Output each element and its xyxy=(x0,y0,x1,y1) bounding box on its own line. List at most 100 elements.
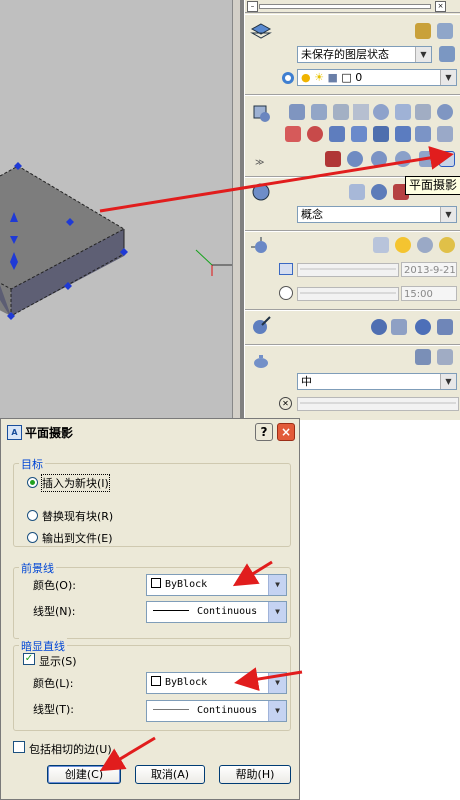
wedge-icon[interactable] xyxy=(333,104,349,120)
layer-properties-icon[interactable] xyxy=(437,23,453,39)
visual-style-value: 概念 xyxy=(301,208,323,221)
drawing-viewport[interactable] xyxy=(0,0,240,420)
cone-icon[interactable] xyxy=(353,104,369,120)
light-point-icon[interactable] xyxy=(373,237,389,253)
foreground-linetype-value: Continuous xyxy=(197,606,258,617)
include-tangent-label[interactable]: 包括相切的边(U) xyxy=(29,741,112,757)
close-icon[interactable]: × xyxy=(277,423,295,441)
lightbulb-icon: ● xyxy=(301,71,311,84)
show-obscured-checkbox[interactable]: ✓ xyxy=(23,653,35,665)
loft-icon[interactable] xyxy=(373,126,389,142)
obscured-linetype-label: 线型(T): xyxy=(33,703,75,716)
dashboard-panel: – × 未保存的图层状态 ▼ ● ☀ ■ □ 0 ▼ ≫ 概念 ▼ 2013-9… xyxy=(244,0,460,420)
section-plane-icon[interactable] xyxy=(419,151,435,167)
help-button[interactable]: 帮助(H) xyxy=(219,765,291,784)
material-palette-icon[interactable] xyxy=(437,319,453,335)
chevron-down-icon: ▼ xyxy=(440,70,456,85)
insert-new-block-radio[interactable] xyxy=(27,477,38,488)
chevron-down-icon: ▼ xyxy=(440,207,456,222)
panel-close-icon[interactable]: × xyxy=(435,1,446,12)
layer-state-manager-icon[interactable] xyxy=(439,46,455,62)
chevron-down-icon: ▼ xyxy=(268,673,286,693)
lock-icon: ■ xyxy=(327,71,338,84)
visual-styles-icon[interactable] xyxy=(250,181,272,203)
sunlight-icon[interactable] xyxy=(395,237,411,253)
render-icon[interactable] xyxy=(415,349,431,365)
cylinder-icon[interactable] xyxy=(395,104,411,120)
obscured-linetype-select[interactable]: Continuous ▼ xyxy=(146,700,287,722)
export-file-radio[interactable] xyxy=(27,532,38,543)
presspull-icon[interactable] xyxy=(307,126,323,142)
date-slider[interactable] xyxy=(297,263,399,277)
subtract-icon[interactable] xyxy=(371,151,387,167)
layer-stack-icon[interactable] xyxy=(415,23,431,39)
light-icon[interactable] xyxy=(250,236,272,258)
3d-make-icon[interactable] xyxy=(250,102,272,124)
layer-isolate-icon[interactable] xyxy=(279,69,297,87)
help-icon[interactable]: ? xyxy=(255,423,273,441)
box-icon[interactable] xyxy=(311,104,327,120)
wireframe-style-icon[interactable] xyxy=(349,184,365,200)
layer-select[interactable]: ● ☀ ■ □ 0 ▼ xyxy=(297,69,457,86)
pyramid-icon[interactable] xyxy=(415,104,431,120)
chevron-down-icon: ▼ xyxy=(440,374,456,389)
obscured-color-select[interactable]: ByBlock ▼ xyxy=(146,672,287,694)
render-quality-value: 中 xyxy=(301,375,312,388)
intersect-icon[interactable] xyxy=(395,151,411,167)
lightbulb-settings-icon[interactable] xyxy=(439,237,455,253)
teapot-render-icon[interactable] xyxy=(250,350,272,372)
materials-icon[interactable] xyxy=(250,315,272,337)
insert-new-block-label[interactable]: 插入为新块(I) xyxy=(41,474,110,492)
realistic-style-icon[interactable] xyxy=(371,184,387,200)
foreground-linetype-select[interactable]: Continuous ▼ xyxy=(146,601,287,623)
visual-style-select[interactable]: 概念 ▼ xyxy=(297,206,457,223)
torus-icon[interactable] xyxy=(437,104,453,120)
layer-state-value: 未保存的图层状态 xyxy=(301,48,389,61)
layer-name-value: 0 xyxy=(355,71,363,84)
layers-icon[interactable] xyxy=(250,21,272,43)
material-map-icon[interactable] xyxy=(415,319,431,335)
slice-icon[interactable] xyxy=(395,126,411,142)
render-window-icon[interactable] xyxy=(437,349,453,365)
foreground-group-title: 前景线 xyxy=(19,560,56,576)
obscured-linetype-value: Continuous xyxy=(197,705,258,716)
render-quality-select[interactable]: 中 ▼ xyxy=(297,373,457,390)
expand-chevron-icon[interactable]: ≫ xyxy=(255,158,264,168)
create-button[interactable]: 创建(C) xyxy=(47,765,121,784)
sphere-icon[interactable] xyxy=(373,104,389,120)
convert-surface-icon[interactable] xyxy=(437,126,453,142)
dialog-titlebar[interactable]: A 平面摄影 ? × xyxy=(1,419,299,445)
include-tangent-checkbox[interactable] xyxy=(13,741,25,753)
chevron-down-icon: ▼ xyxy=(268,701,286,721)
sweep-icon[interactable] xyxy=(329,126,345,142)
material-attach-icon[interactable] xyxy=(391,319,407,335)
polysolid-icon[interactable] xyxy=(289,104,305,120)
layer-state-select[interactable]: 未保存的图层状态 ▼ xyxy=(297,46,432,63)
extrude-icon[interactable] xyxy=(285,126,301,142)
interfere-icon[interactable] xyxy=(325,151,341,167)
date-value[interactable]: 2013-9-21 xyxy=(401,262,457,277)
show-obscured-label[interactable]: 显示(S) xyxy=(39,653,77,669)
replace-block-radio[interactable] xyxy=(27,510,38,521)
flatshot-tooltip: 平面摄影 xyxy=(405,176,460,195)
foreground-color-select[interactable]: ByBlock ▼ xyxy=(146,574,287,596)
panel-minimize-icon[interactable]: – xyxy=(247,1,258,12)
chevron-down-icon: ▼ xyxy=(268,575,286,595)
time-slider[interactable] xyxy=(297,287,399,301)
material-sphere-icon[interactable] xyxy=(371,319,387,335)
linetype-sample xyxy=(153,709,189,710)
time-value[interactable]: 15:00 xyxy=(401,286,457,301)
thicken-icon[interactable] xyxy=(415,126,431,142)
render-cancel-icon[interactable]: ✕ xyxy=(279,397,292,410)
cancel-button[interactable]: 取消(A) xyxy=(135,765,205,784)
revolve-icon[interactable] xyxy=(351,126,367,142)
foreground-color-label: 颜色(O): xyxy=(33,579,76,592)
dialog-title: 平面摄影 xyxy=(25,426,74,440)
sun-properties-icon[interactable] xyxy=(417,237,433,253)
chevron-down-icon: ▼ xyxy=(268,602,286,622)
flatshot-icon[interactable] xyxy=(439,151,455,167)
export-file-label[interactable]: 输出到文件(E) xyxy=(42,530,113,546)
replace-block-label[interactable]: 替换现有块(R) xyxy=(42,508,113,524)
union-icon[interactable] xyxy=(347,151,363,167)
panel-transparency-slider[interactable] xyxy=(259,4,431,9)
